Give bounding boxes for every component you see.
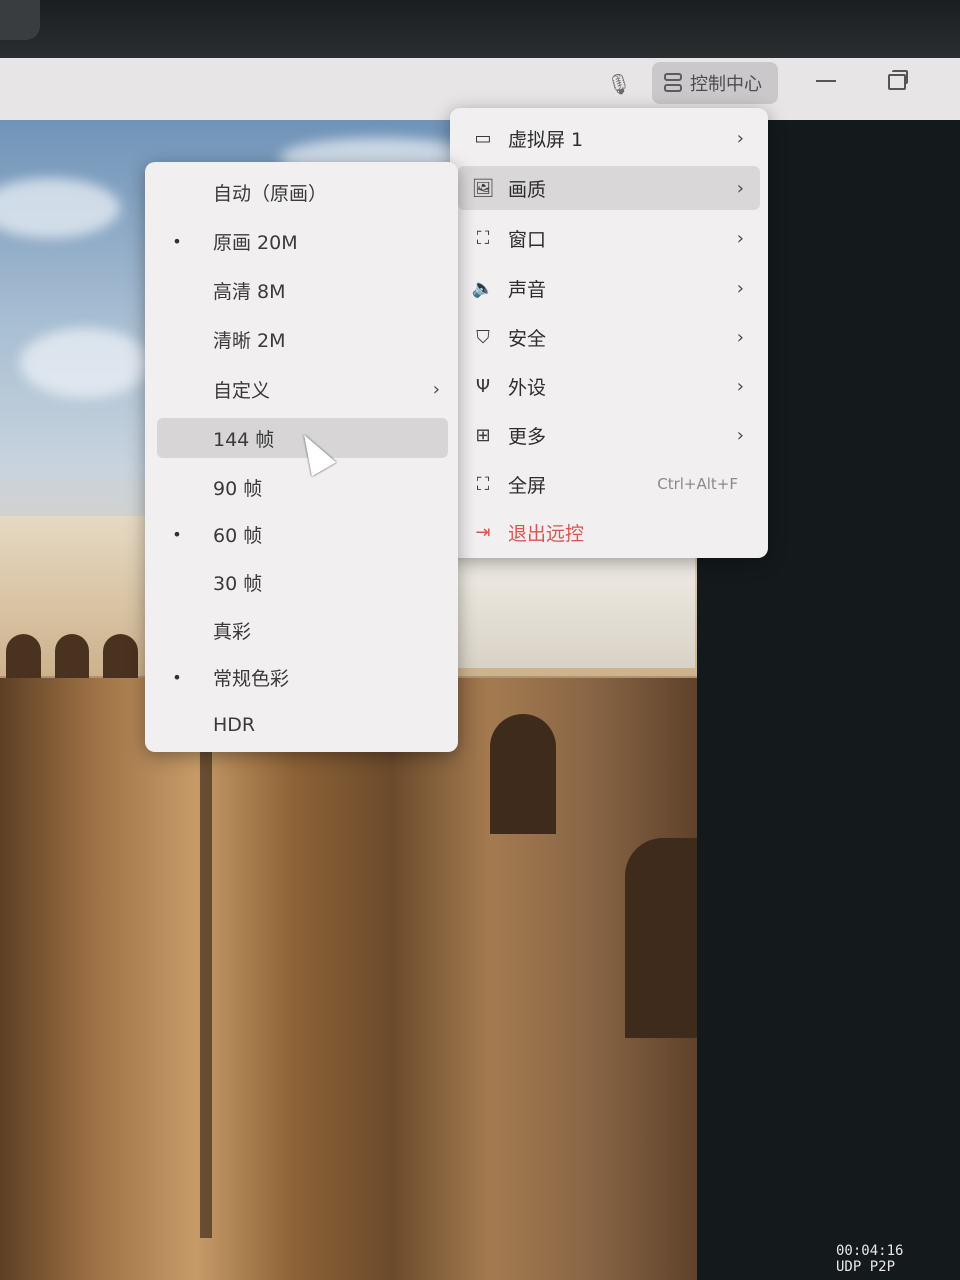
menu-item-label: 安全 xyxy=(508,327,547,350)
chevron-right-icon: › xyxy=(736,227,744,249)
framerate-option-60[interactable]: • 60 帧 xyxy=(157,514,448,554)
option-label: 常规色彩 xyxy=(213,667,290,690)
exit-icon: ⇥ xyxy=(475,521,491,543)
chevron-right-icon: › xyxy=(432,378,440,400)
menu-item-fullscreen[interactable]: ⛶ 全屏 Ctrl+Alt+F xyxy=(458,462,760,506)
color-option-standard[interactable]: • 常规色彩 xyxy=(157,657,448,697)
menu-item-more[interactable]: ⊞ 更多 › xyxy=(458,413,760,457)
option-label: 高清 8M xyxy=(213,280,286,303)
menu-item-label: 更多 xyxy=(508,425,547,448)
shield-icon: ⛉ xyxy=(476,326,490,348)
quality-option-auto[interactable]: 自动（原画） xyxy=(157,172,448,212)
shortcut-hint: Ctrl+Alt+F xyxy=(657,475,738,493)
microphone-muted-icon[interactable]: 🎙 xyxy=(605,70,633,98)
option-label: 90 帧 xyxy=(213,477,263,500)
check-indicator: • xyxy=(172,231,182,251)
session-overlay: 00:04:16 UDP P2P xyxy=(836,1243,903,1275)
monitor-bezel xyxy=(0,0,960,58)
option-label: 60 帧 xyxy=(213,524,263,547)
option-label: 自动（原画） xyxy=(213,182,328,205)
session-timer: 00:04:16 xyxy=(836,1243,904,1259)
option-label: 原画 20M xyxy=(213,231,298,254)
menu-item-label: 虚拟屏 1 xyxy=(508,128,584,151)
option-label: 真彩 xyxy=(213,620,252,643)
quality-option-original-20m[interactable]: • 原画 20M xyxy=(157,221,448,261)
menu-item-virtual-screen[interactable]: ▭ 虚拟屏 1 › xyxy=(458,116,760,160)
option-label: 144 帧 xyxy=(213,428,275,451)
framerate-option-30[interactable]: 30 帧 xyxy=(157,562,448,602)
restore-window-button[interactable] xyxy=(888,70,908,90)
framerate-option-90[interactable]: 90 帧 xyxy=(157,467,448,507)
usb-icon: Ψ xyxy=(475,375,491,397)
chevron-right-icon: › xyxy=(736,277,744,299)
connection-type: UDP P2P xyxy=(836,1259,896,1275)
menu-item-security[interactable]: ⛉ 安全 › xyxy=(458,315,760,359)
menu-item-label: 外设 xyxy=(508,376,547,399)
option-label: 30 帧 xyxy=(213,572,263,595)
menu-item-label: 全屏 xyxy=(508,474,547,497)
menu-item-label: 画质 xyxy=(508,178,547,201)
menu-item-window[interactable]: ⛶ 窗口 › xyxy=(458,216,760,260)
quality-option-hd-8m[interactable]: 高清 8M xyxy=(157,270,448,310)
check-indicator: • xyxy=(172,524,182,544)
monitor-icon: ▭ xyxy=(474,127,492,149)
bezel-corner xyxy=(0,0,40,40)
chevron-right-icon: › xyxy=(736,424,744,446)
menu-item-exit-remote[interactable]: ⇥ 退出远控 xyxy=(458,510,760,554)
minimize-button[interactable] xyxy=(816,80,836,82)
control-center-button[interactable]: 控制中心 xyxy=(652,62,778,104)
menu-item-image-quality[interactable]: 🖼 画质 › xyxy=(458,166,760,210)
option-label: HDR xyxy=(213,714,256,736)
menu-item-sound[interactable]: 🔈 声音 › xyxy=(458,266,760,310)
chevron-right-icon: › xyxy=(736,177,744,199)
check-indicator: • xyxy=(172,667,182,687)
chevron-right-icon: › xyxy=(736,127,744,149)
speaker-icon: 🔈 xyxy=(471,277,495,299)
quality-option-clear-2m[interactable]: 清晰 2M xyxy=(157,319,448,359)
fullscreen-icon: ⛶ xyxy=(476,473,490,495)
chevron-right-icon: › xyxy=(736,375,744,397)
menu-item-peripherals[interactable]: Ψ 外设 › xyxy=(458,364,760,408)
grid-icon: ⊞ xyxy=(475,424,491,446)
menu-item-label: 声音 xyxy=(508,278,547,301)
option-label: 自定义 xyxy=(213,379,271,402)
menu-item-label: 窗口 xyxy=(508,228,547,251)
menu-item-label: 退出远控 xyxy=(508,522,585,545)
color-option-true-color[interactable]: 真彩 xyxy=(157,610,448,650)
option-label: 清晰 2M xyxy=(213,329,286,352)
window-frame-icon: ⛶ xyxy=(476,227,490,249)
chevron-right-icon: › xyxy=(736,326,744,348)
control-center-label: 控制中心 xyxy=(690,74,762,95)
image-quality-icon: 🖼 xyxy=(471,177,495,199)
quality-option-custom[interactable]: 自定义 › xyxy=(157,369,448,409)
toggle-switches-icon xyxy=(664,73,682,93)
color-option-hdr[interactable]: HDR xyxy=(157,705,448,745)
control-center-menu: ▭ 虚拟屏 1 › 🖼 画质 › ⛶ 窗口 › 🔈 声音 › ⛉ 安全 › Ψ … xyxy=(450,108,768,558)
